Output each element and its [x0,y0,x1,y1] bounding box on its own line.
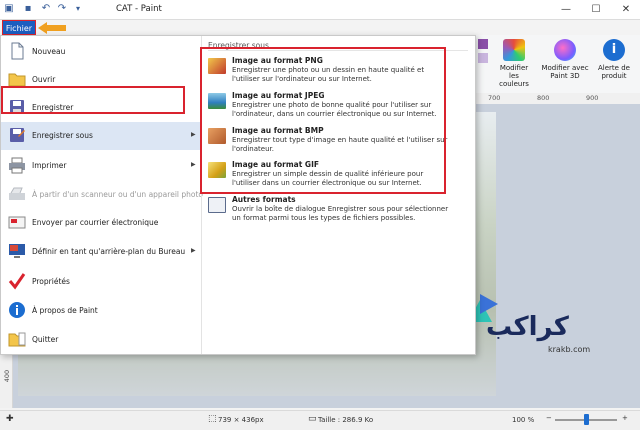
save-as-icon [10,128,25,142]
maximize-button[interactable]: ☐ [586,2,606,17]
selection-size-icon: ⬚ [208,414,217,424]
other-formats-icon [208,197,226,213]
menu-item-label: Enregistrer sous [32,131,93,140]
print-icon [9,157,25,174]
menu-item-label: Ouvrir [32,75,56,84]
desktop-background-icon [9,244,25,258]
highlight-box-formats [200,47,446,194]
pointer-arrow-icon [38,22,66,34]
watermark-url: krakb.com [548,345,591,354]
format-title: Autres formats [232,195,296,204]
menu-item-new[interactable]: Nouveau [1,38,201,66]
title-bar: ▣ ▪ ↶ ↷ ▾ CAT - Paint — ☐ ✕ [0,0,640,20]
menu-item-properties[interactable]: Propriétés [1,268,201,296]
logo-triangle-icon [480,294,498,314]
menu-item-about[interactable]: À propos de Paint [1,297,201,325]
ruler-mark: 400 [3,369,12,383]
menu-item-exit[interactable]: Quitter [1,326,201,354]
menu-item-print[interactable]: Imprimer ▶ [1,152,201,180]
format-other[interactable]: Autres formats Ouvrir la boîte de dialog… [206,195,448,227]
chevron-right-icon: ▶ [191,247,196,254]
paint3d-icon [554,39,576,61]
file-size-icon: ▭ [308,414,317,424]
scanner-icon [9,187,25,200]
menu-item-label: Imprimer [32,161,67,170]
menu-item-save-as[interactable]: Enregistrer sous ▶ [1,122,201,150]
menu-item-label: À partir d'un scanneur ou d'un appareil … [32,190,203,199]
color-swatch[interactable] [478,53,488,63]
add-icon: ✚ [6,414,14,424]
file-tab[interactable]: Fichier [2,20,36,35]
image-dimensions: 739 × 436px [218,416,264,424]
chevron-down-icon[interactable]: ▾ [72,3,84,15]
edit-colors-button[interactable]: Modifier les couleurs [494,39,534,88]
file-size: Taille : 286.9 Ko [318,416,374,424]
email-icon [8,216,26,229]
watermark-logo: كراكب [486,312,569,342]
new-file-icon [11,42,24,60]
save-icon[interactable]: ▪ [22,3,34,15]
menu-item-send-email[interactable]: Envoyer par courrier électronique [1,209,201,237]
minimize-button[interactable]: — [556,2,576,17]
status-bar: ✚ ⬚ 739 × 436px ▭ Taille : 286.9 Ko 100 … [0,410,640,430]
info-icon: i [603,39,625,61]
color-swatch[interactable] [478,39,488,49]
zoom-in-icon[interactable]: + [622,414,628,422]
close-button[interactable]: ✕ [616,2,636,17]
chevron-right-icon: ▶ [191,161,196,168]
highlight-box-save-as [1,86,185,114]
menu-item-label: Propriétés [32,277,70,286]
menu-item-from-scanner: À partir d'un scanneur ou d'un appareil … [1,181,203,209]
menu-item-label: Quitter [32,335,59,344]
palette-icon [503,39,525,61]
edit-with-paint3d-button[interactable]: Modifier avec Paint 3D [540,39,590,80]
file-menu-commands: Nouveau Ouvrir Enregistrer Enregistrer s… [1,36,203,354]
undo-icon[interactable]: ↶ [40,3,52,15]
properties-check-icon [8,273,26,290]
ruler-mark: 900 [586,94,599,102]
menu-item-label: Définir en tant qu'arrière-plan du Burea… [32,247,186,256]
format-description: Ouvrir la boîte de dialogue Enregistrer … [232,205,449,222]
paint-app-icon: ▣ [4,3,14,14]
about-info-icon [9,302,25,318]
ruler-mark: 700 [488,94,501,102]
chevron-right-icon: ▶ [191,131,196,138]
window-title: CAT - Paint [116,4,162,14]
zoom-level: 100 % [512,416,535,424]
menu-item-label: Nouveau [32,47,66,56]
menu-item-label: Envoyer par courrier électronique [32,218,159,227]
zoom-slider-thumb[interactable] [583,414,589,425]
ruler-mark: 800 [537,94,550,102]
edit-with-paint3d-label: Modifier avec Paint 3D [541,64,589,80]
product-alert-label: Alerte de produit [598,64,630,80]
exit-icon [8,332,26,347]
zoom-out-icon[interactable]: − [546,414,552,422]
product-alert-button[interactable]: i Alerte de produit [594,39,634,80]
redo-icon[interactable]: ↷ [56,3,68,15]
menu-item-label: À propos de Paint [32,306,98,315]
edit-colors-label: Modifier les couleurs [499,64,529,88]
menu-item-set-desktop-background[interactable]: Définir en tant qu'arrière-plan du Burea… [1,238,201,266]
